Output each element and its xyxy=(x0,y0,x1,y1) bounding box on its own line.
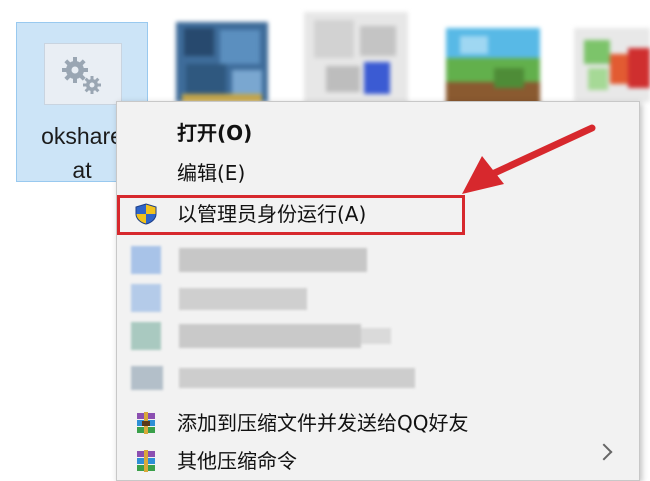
winrar-icon xyxy=(137,412,155,434)
blurred-menu-item[interactable] xyxy=(131,280,431,316)
blurred-desktop-icon-4[interactable] xyxy=(574,28,650,102)
gear-icon xyxy=(62,57,101,94)
menu-item-edit-label: 编辑(E) xyxy=(177,161,246,185)
menu-item-more-compress-label: 其他压缩命令 xyxy=(177,449,297,473)
blurred-menu-item[interactable] xyxy=(131,362,431,394)
menu-item-open-label: 打开(O) xyxy=(177,121,253,145)
blurred-desktop-icon-2[interactable] xyxy=(304,12,408,104)
desktop: okshare at 截 to re 单 xyxy=(0,0,650,481)
blurred-desktop-icon-1[interactable] xyxy=(176,22,268,102)
menu-item-more-compress[interactable]: 其他压缩命令 xyxy=(117,442,639,480)
annotation-arrow-icon xyxy=(462,124,596,194)
blurred-menu-item[interactable] xyxy=(131,318,451,354)
menu-item-compress-send-qq-label: 添加到压缩文件并发送给QQ好友 xyxy=(177,411,469,435)
batch-file-thumbnail xyxy=(44,43,122,105)
annotation-highlight-box xyxy=(117,195,465,235)
menu-item-compress-send-qq[interactable]: 添加到压缩文件并发送给QQ好友 xyxy=(117,404,639,442)
blurred-desktop-icon-3[interactable] xyxy=(446,28,540,106)
winrar-icon xyxy=(137,450,155,472)
blurred-menu-item[interactable] xyxy=(131,242,431,278)
